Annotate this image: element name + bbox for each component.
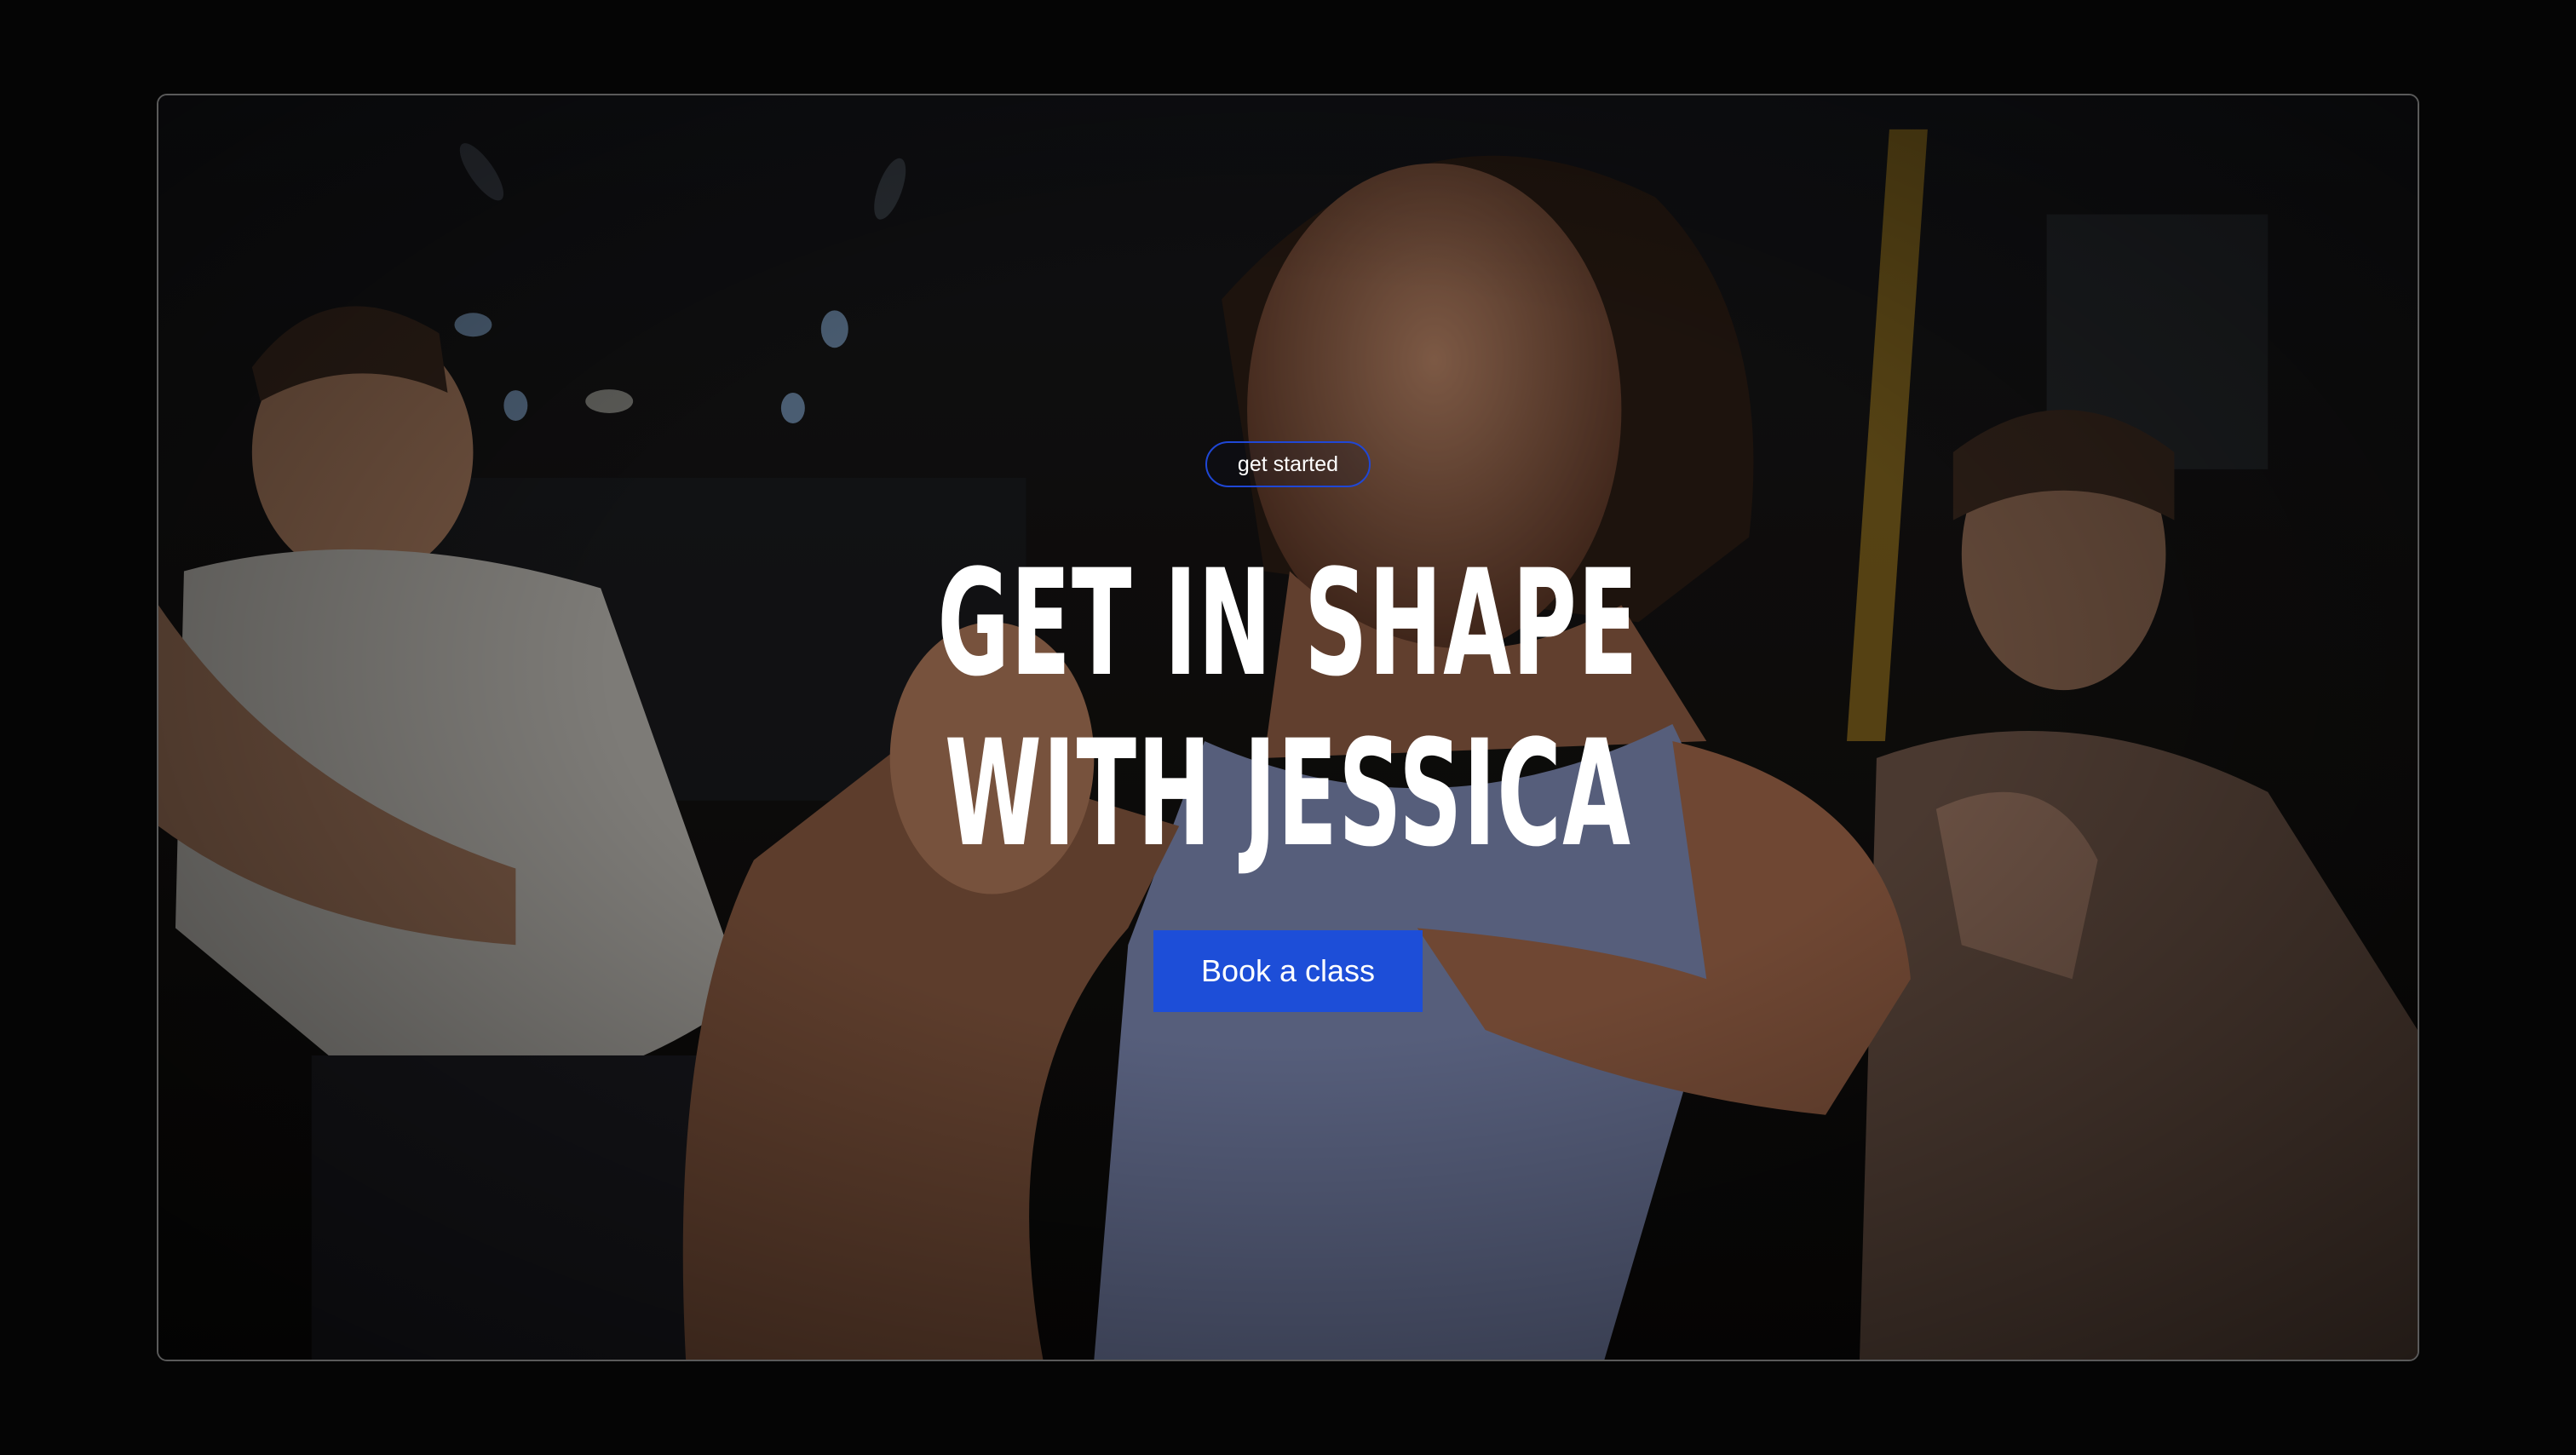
headline-line-1: GET IN SHAPE <box>937 538 1639 709</box>
hero-section: get started GET IN SHAPE WITH JESSICA Bo… <box>157 94 2419 1361</box>
hero-content: get started GET IN SHAPE WITH JESSICA Bo… <box>158 441 2418 1012</box>
get-started-badge[interactable]: get started <box>1205 441 1371 487</box>
hero-headline: GET IN SHAPE WITH JESSICA <box>937 538 1638 879</box>
headline-line-2: WITH JESSICA <box>944 708 1632 879</box>
book-a-class-button[interactable]: Book a class <box>1153 930 1423 1012</box>
